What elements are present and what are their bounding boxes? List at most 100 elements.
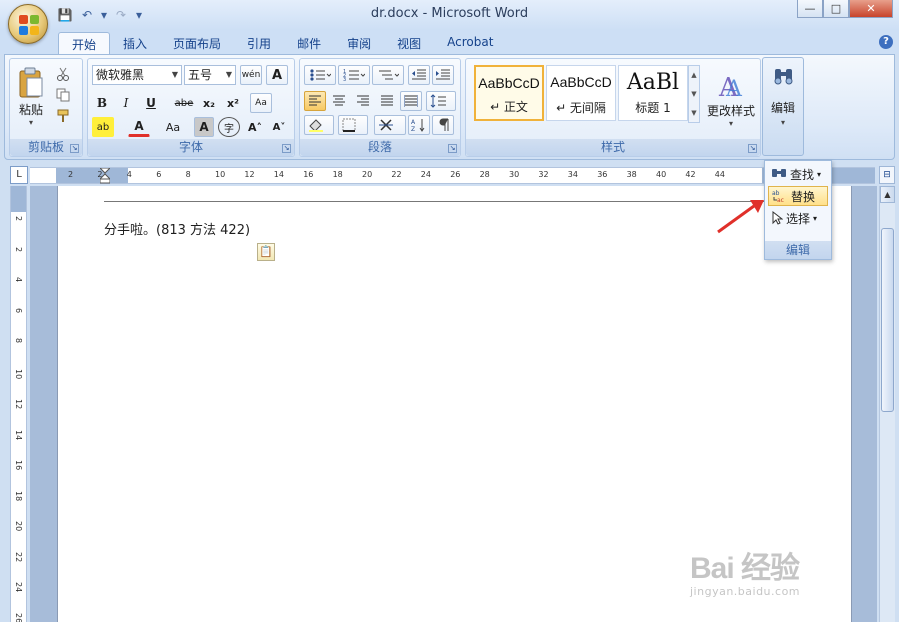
justify-icon[interactable] <box>376 91 398 111</box>
ruler-tick-label: 24 <box>420 170 431 179</box>
view-ruler-icon[interactable]: ⊟ <box>879 166 895 184</box>
help-icon[interactable]: ? <box>879 35 893 49</box>
paste-options-icon[interactable]: 📋 <box>257 243 275 261</box>
highlight-button[interactable]: ab <box>92 117 114 137</box>
strikethrough-button[interactable]: abe <box>172 93 196 113</box>
document-text[interactable]: 分手啦。(813 方法 422) <box>104 219 250 238</box>
bullets-icon[interactable] <box>304 65 336 85</box>
tab-home[interactable]: 开始 <box>58 32 111 54</box>
change-styles-dropdown-icon[interactable]: ▾ <box>729 119 733 128</box>
ruler-tick-label: 8 <box>185 170 191 179</box>
align-left-icon[interactable] <box>304 91 326 111</box>
style-normal[interactable]: AaBbCcD ↵ 正文 <box>474 65 544 121</box>
show-marks-icon[interactable] <box>432 115 454 135</box>
tab-selector[interactable]: L <box>10 166 28 184</box>
style-no-spacing-name: ↵ 无间隔 <box>556 101 606 115</box>
enclose-characters-button[interactable]: 字 <box>218 117 240 137</box>
grow-font-button[interactable]: A˄ <box>244 117 266 137</box>
font-launcher-icon[interactable]: ↘ <box>282 144 291 153</box>
align-center-icon[interactable] <box>328 91 350 111</box>
paragraph-launcher-icon[interactable]: ↘ <box>448 144 457 153</box>
indent-marker-icon[interactable] <box>98 167 112 184</box>
numbering-icon[interactable]: 123 <box>338 65 370 85</box>
font-name-combo[interactable]: 微软雅黑 ▼ <box>92 65 182 85</box>
vertical-ruler[interactable]: 2 2 4 6 8 10 12 14 16 18 20 22 24 26 <box>10 186 27 622</box>
editing-button-label: 编辑 <box>770 101 795 115</box>
font-size-dropdown-icon[interactable]: ▼ <box>226 66 232 84</box>
svg-text:ab: ab <box>772 190 780 197</box>
chinese-layout-icon[interactable] <box>374 115 406 135</box>
shrink-font-button[interactable]: A˅ <box>268 117 290 137</box>
change-styles-icon: A A <box>718 73 743 102</box>
ruler-tick-label: 4 <box>14 277 23 283</box>
phonetic-guide-button[interactable]: wén <box>240 65 262 85</box>
select-cursor-icon <box>772 211 783 225</box>
select-dropdown-icon[interactable]: ▾ <box>813 214 817 223</box>
superscript-button[interactable]: x² <box>222 93 244 113</box>
replace-button[interactable]: ab ac 替换 <box>768 186 828 206</box>
cut-icon[interactable] <box>54 65 72 83</box>
minimize-button[interactable]: — <box>797 0 823 18</box>
maximize-button[interactable]: □ <box>823 0 849 18</box>
underline-button[interactable]: U <box>140 93 162 113</box>
ruler-tick-label: 2 <box>14 216 23 222</box>
find-dropdown-icon[interactable]: ▾ <box>817 170 821 179</box>
office-logo-icon <box>19 15 39 35</box>
tab-review[interactable]: 审阅 <box>334 32 384 54</box>
tab-acrobat[interactable]: Acrobat <box>434 32 506 54</box>
align-right-icon[interactable] <box>352 91 374 111</box>
tab-page-layout[interactable]: 页面布局 <box>160 32 234 54</box>
style-gallery-scroll[interactable]: ▲ ▼ ▼ <box>688 65 700 123</box>
ruler-tick-label: 2 <box>14 246 23 252</box>
increase-indent-icon[interactable] <box>432 65 454 85</box>
window-controls: — □ ✕ <box>797 0 893 18</box>
tab-references[interactable]: 引用 <box>234 32 284 54</box>
character-shading-button[interactable]: A <box>194 117 214 137</box>
sort-icon[interactable]: AZ <box>408 115 430 135</box>
tab-view[interactable]: 视图 <box>384 32 434 54</box>
style-heading-1[interactable]: AaBl 标题 1 <box>618 65 688 121</box>
vertical-scrollbar[interactable]: ▲ <box>879 186 895 622</box>
find-button[interactable]: 查找 ▾ <box>768 164 828 184</box>
svg-text:Z: Z <box>411 126 415 132</box>
shading-icon[interactable] <box>304 115 334 135</box>
format-painter-icon[interactable] <box>54 107 72 125</box>
binoculars-icon <box>774 69 793 85</box>
paste-button[interactable]: 粘贴 ▾ <box>14 63 48 131</box>
subscript-button[interactable]: x₂ <box>198 93 220 113</box>
editing-button[interactable]: 编辑 ▾ <box>762 57 804 156</box>
copy-icon[interactable] <box>54 86 72 104</box>
style-no-spacing[interactable]: AaBbCcD ↵ 无间隔 <box>546 65 616 121</box>
bold-button[interactable]: B <box>92 93 112 113</box>
distributed-icon[interactable] <box>400 91 422 111</box>
paste-dropdown-icon[interactable]: ▾ <box>29 118 33 127</box>
scroll-up-icon[interactable]: ▲ <box>880 186 895 203</box>
close-button[interactable]: ✕ <box>849 0 893 18</box>
italic-button[interactable]: I <box>116 93 136 113</box>
clear-formatting-button[interactable]: Aa <box>250 93 272 113</box>
horizontal-ruler[interactable]: 2 2 4 6 8 10 12 14 16 18 20 22 24 26 28 30 32 34 36 38 40 42 4… <box>30 167 875 184</box>
tab-insert[interactable]: 插入 <box>110 32 160 54</box>
svg-text:A: A <box>725 77 743 102</box>
ruler-tick-label: 16 <box>303 170 314 179</box>
font-size-combo[interactable]: 五号 ▼ <box>184 65 236 85</box>
styles-launcher-icon[interactable]: ↘ <box>748 144 757 153</box>
character-border-button[interactable]: A <box>266 65 288 85</box>
decrease-indent-icon[interactable] <box>408 65 430 85</box>
multilevel-list-icon[interactable] <box>372 65 404 85</box>
header-separator <box>104 201 804 202</box>
office-button[interactable] <box>8 4 48 44</box>
clipboard-launcher-icon[interactable]: ↘ <box>70 144 79 153</box>
ruler-tick-label: 22 <box>14 551 23 562</box>
select-button[interactable]: 选择 ▾ <box>768 208 828 228</box>
font-name-dropdown-icon[interactable]: ▼ <box>172 66 178 84</box>
change-styles-button[interactable]: A A 更改样式 ▾ <box>706 63 756 135</box>
font-color-button[interactable]: A <box>128 117 150 137</box>
paragraph-group: 123 A Z 段落 ↘ <box>299 58 461 157</box>
change-case-button[interactable]: Aa <box>160 117 186 137</box>
tab-mailings[interactable]: 邮件 <box>284 32 334 54</box>
find-binoculars-icon <box>772 169 786 177</box>
scroll-thumb[interactable] <box>881 228 894 412</box>
line-spacing-icon[interactable] <box>426 91 456 111</box>
borders-icon[interactable] <box>338 115 368 135</box>
